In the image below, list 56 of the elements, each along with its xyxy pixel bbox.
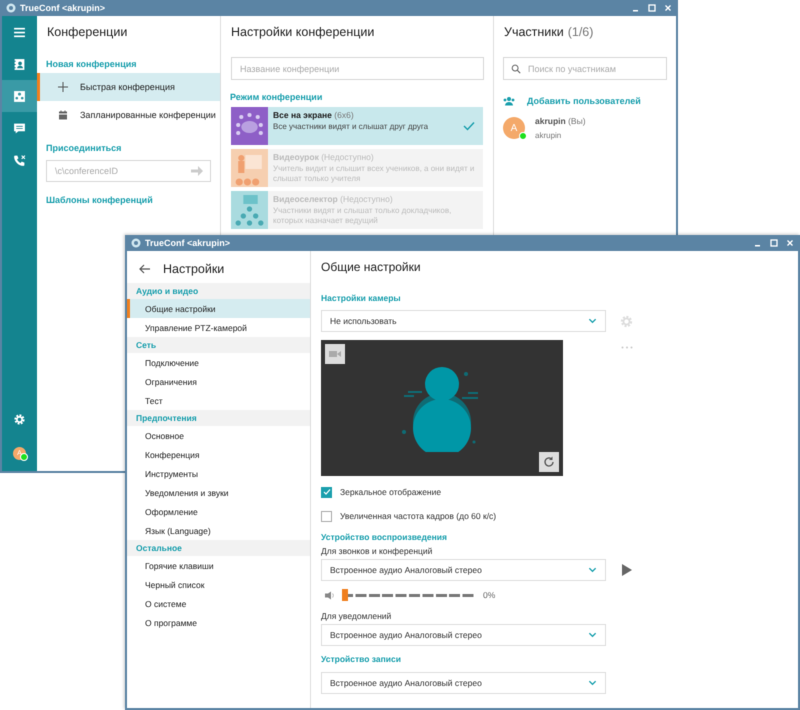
mode-description: Учитель видит и слышит всех учеников, а они видят и слышат только учителя [273,164,476,184]
camera-select[interactable]: Не использовать [321,310,606,332]
panel-title: Настройки конференции [230,24,376,41]
settings-nav-item[interactable]: Язык (Language) [127,521,310,540]
settings-nav-item[interactable]: Инструменты [127,464,310,483]
settings-nav-item[interactable]: Подключение [127,353,310,372]
settings-title: Настройки [163,262,224,276]
mode-description: Участники видят и слышат только докладчиков, которых назначает ведущий [273,206,452,226]
mode-title: Видеоурок (Недоступно) [273,152,375,162]
volume-reading: 0% [483,590,496,600]
settings-nav-item[interactable]: Горячие клавиши [127,556,310,575]
notification-device-select[interactable]: Встроенное аудио Аналоговый стерео [321,624,606,646]
checkbox-option[interactable]: Зеркальное отображение [321,480,788,504]
section-heading: Настройки камеры [321,293,402,303]
participant-avatar: A [503,117,525,139]
settings-nav-item[interactable]: Уведомления и звуки [127,483,310,502]
settings-group-heading: Предпочтения [127,410,310,426]
settings-group-heading: Аудио и видео [127,283,310,299]
settings-nav-item[interactable]: Ограничения [127,372,310,391]
settings-nav-item[interactable]: Черный список [127,575,310,594]
mode-title: Видеоселектор (Недоступно) [273,194,394,204]
playback-device-select[interactable]: Встроенное аудио Аналоговый стерео [321,559,606,581]
conference-name-field[interactable]: Название конференции [231,57,484,80]
section-heading: Устройство воспроизведения [321,532,448,542]
settings-nav-item[interactable]: Управление PTZ-камерой [127,318,310,337]
conference-menu-item[interactable]: Быстрая конференция [37,73,220,101]
section-heading: Режим конференции [229,92,324,102]
settings-nav-item[interactable]: Общие настройки [127,299,310,318]
participant-name: akrupin (Вы) [535,116,586,126]
mode-description: Все участники видят и слышат друг друга [273,122,430,132]
section-heading: Присоединиться [45,143,122,153]
settings-group-heading: Остальное [127,540,310,556]
section-heading: Новая конференция [45,59,138,69]
participant-login: akrupin [535,131,562,140]
mode-title: Все на экране (6x6) [273,110,355,120]
settings-nav-item[interactable]: Тест [127,391,310,410]
field-label: Для звонков и конференций [321,546,434,556]
field-label: Для уведомлений [321,611,392,621]
window-title: TrueConf <akrupin> [20,3,106,13]
window-title: TrueConf <akrupin> [145,238,232,248]
settings-nav-item[interactable]: Оформление [127,502,310,521]
participant-search-field[interactable]: Поиск по участникам [503,57,667,80]
settings-nav-item[interactable]: О программе [127,613,310,632]
section-heading: Устройство записи [321,654,402,664]
checkbox-option[interactable]: Увеличенная частота кадров (до 60 к/с) [321,504,788,528]
recording-device-select[interactable]: Встроенное аудио Аналоговый стерео [321,672,606,694]
settings-nav-item[interactable]: О системе [127,594,310,613]
panel-title: Участники (1/6) [503,24,594,41]
conference-id-field[interactable]: \c\conferenceID [46,160,211,182]
settings-nav-item[interactable]: Основное [127,426,310,445]
conference-menu-item[interactable]: Запланированные конференции [37,101,220,129]
page-title: Общие настройки [321,259,422,276]
panel-title: Конференции [46,24,128,41]
settings-nav-item[interactable]: Конференция [127,445,310,464]
settings-group-heading: Сеть [127,337,310,353]
conference-mode-option[interactable]: Все на экране (6x6) Все участники видят и слышат друг друга [231,107,483,145]
